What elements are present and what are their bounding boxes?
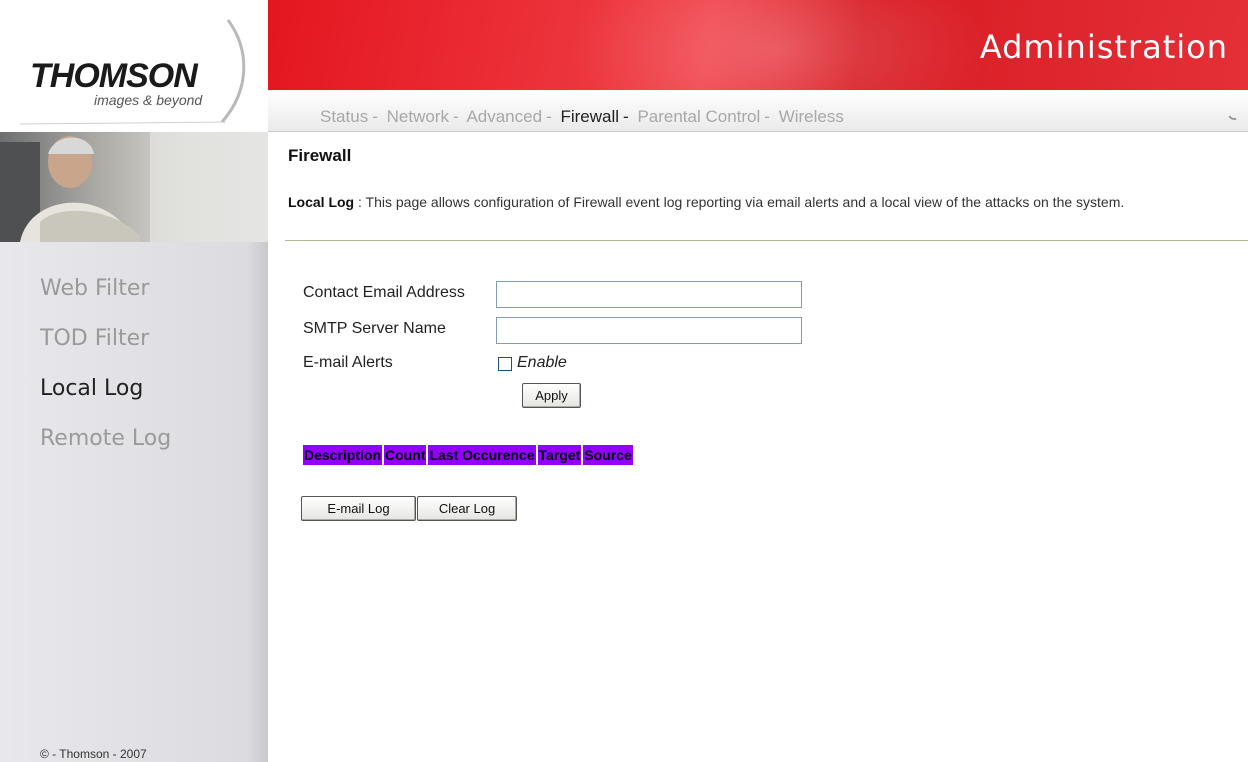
nav-item-firewall[interactable]: Firewall	[560, 107, 619, 126]
log-table: Description Count Last Occurence Target …	[301, 445, 635, 465]
divider	[285, 240, 1248, 241]
col-last-occurence: Last Occurence	[428, 445, 536, 465]
nav-separator: -	[372, 107, 378, 126]
man-with-laptop-photo-icon	[0, 132, 268, 242]
nav-item-status[interactable]: Status	[320, 107, 368, 126]
description-colon: :	[354, 194, 366, 210]
enable-label: Enable	[517, 354, 567, 371]
col-source: Source	[583, 445, 633, 465]
smtp-label: SMTP Server Name	[303, 320, 446, 337]
sidebar-item-remote-log[interactable]: Remote Log	[40, 427, 171, 477]
loading-spinner-icon	[1226, 106, 1242, 122]
header-banner: Administration	[268, 0, 1248, 90]
top-nav-bar: Status - Network - Advanced - Firewall - Par…	[268, 90, 1248, 132]
col-count: Count	[384, 445, 427, 465]
nav-item-advanced[interactable]: Advanced	[466, 107, 542, 126]
email-field[interactable]	[496, 281, 802, 308]
page-description: Local Log : This page allows configurati…	[288, 192, 1218, 212]
brand-tagline: images & beyond	[94, 92, 203, 108]
sidebar-item-web-filter[interactable]: Web Filter	[40, 277, 171, 327]
col-target: Target	[537, 445, 582, 465]
nav-item-wireless[interactable]: Wireless	[779, 107, 844, 126]
sidebar-item-tod-filter[interactable]: TOD Filter	[40, 327, 171, 377]
email-log-button[interactable]: E-mail Log	[301, 496, 416, 521]
copyright-footer: © - Thomson - 2007	[40, 747, 147, 761]
clear-log-button[interactable]: Clear Log	[417, 496, 517, 521]
nav-separator: -	[546, 107, 552, 126]
description-key: Local Log	[288, 194, 355, 210]
smtp-server-field[interactable]	[496, 317, 802, 344]
nav-item-parental-control[interactable]: Parental Control	[637, 107, 760, 126]
sidebar: Web Filter TOD Filter Local Log Remote L…	[0, 132, 268, 762]
enable-alerts-checkbox[interactable]	[498, 357, 512, 371]
header-glare	[568, 0, 988, 90]
page-title: Firewall	[288, 146, 352, 165]
sidebar-item-local-log[interactable]: Local Log	[40, 377, 171, 427]
top-nav: Status - Network - Advanced - Firewall - Par…	[320, 107, 844, 127]
nav-separator: -	[623, 107, 629, 126]
nav-separator: -	[452, 107, 459, 126]
col-description: Description	[303, 445, 383, 465]
apply-button[interactable]: Apply	[522, 383, 581, 408]
sidebar-photo	[0, 132, 268, 242]
sidebar-menu: Web Filter TOD Filter Local Log Remote L…	[40, 277, 171, 477]
nav-item-network[interactable]: Network	[387, 107, 449, 126]
brand-logo: THOMSON	[30, 57, 198, 95]
log-table-header-row: Description Count Last Occurence Target …	[303, 445, 633, 465]
logo-area: THOMSON images & beyond	[0, 0, 268, 132]
page-header-title: Administration	[979, 28, 1228, 66]
email-label: Contact Email Address	[303, 284, 465, 301]
description-text: This page allows configuration of Firewa…	[365, 194, 1125, 210]
email-alerts-label: E-mail Alerts	[303, 354, 393, 371]
nav-separator: -	[764, 107, 770, 126]
